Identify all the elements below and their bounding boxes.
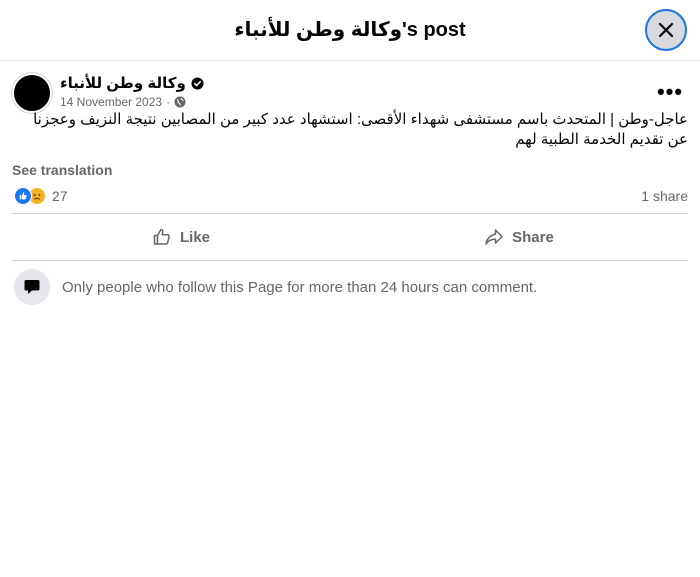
close-icon (658, 22, 674, 38)
share-arrow-icon (485, 229, 503, 245)
comment-restriction-text: Only people who follow this Page for mor… (62, 278, 538, 296)
globe-icon (174, 96, 186, 108)
post-date-link[interactable]: 14 November 2023 (60, 95, 162, 109)
comment-restriction-notice: Only people who follow this Page for mor… (14, 269, 537, 305)
comment-bubble-icon (24, 280, 40, 294)
post-body-text: عاجل-وطن | المتحدث باسم مستشفى شهداء الأ… (33, 111, 688, 148)
reaction-count: 27 (52, 188, 68, 204)
like-reaction-icon (14, 187, 32, 205)
post-actions-bar: Like Share (12, 214, 688, 260)
dialog-title: وكالة وطن للأنباء's post (234, 19, 466, 41)
share-count-link[interactable]: 1 share (641, 188, 688, 204)
see-translation-link[interactable]: See translation (12, 162, 112, 178)
comment-icon-container (14, 269, 50, 305)
like-button[interactable]: Like (12, 214, 350, 260)
share-button[interactable]: Share (350, 214, 688, 260)
thumbs-up-icon (153, 228, 170, 245)
divider (12, 260, 688, 261)
share-button-label: Share (512, 228, 554, 246)
reactions-summary[interactable]: 27 (14, 187, 68, 205)
more-options-button[interactable]: ••• (654, 79, 686, 104)
close-button[interactable] (645, 9, 687, 51)
verified-badge-icon (191, 76, 204, 90)
like-button-label: Like (179, 228, 210, 246)
page-avatar[interactable] (12, 73, 52, 113)
page-name-link[interactable]: وكالة وطن للأنباء (60, 74, 186, 92)
post-author-row: وكالة وطن للأنباء (60, 74, 204, 92)
meta-separator: · (166, 95, 171, 109)
dialog-header: وكالة وطن للأنباء's post (0, 0, 700, 61)
post-meta: 14 November 2023 · (60, 95, 186, 109)
